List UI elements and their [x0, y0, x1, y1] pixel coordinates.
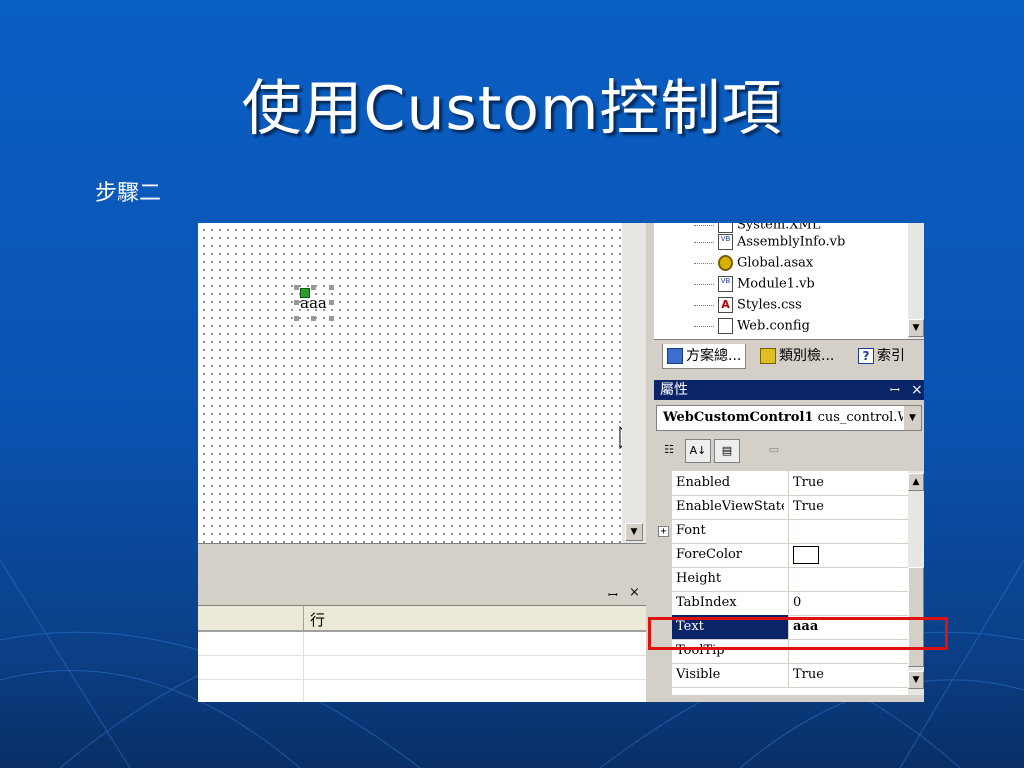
control-text: aaa [300, 294, 327, 312]
color-swatch [793, 545, 819, 564]
resize-handle[interactable] [294, 300, 299, 305]
object-type: cus_control.W [817, 410, 911, 425]
column-header-line[interactable]: 行 [310, 609, 325, 630]
reference-icon [718, 223, 733, 233]
property-grid: Enabled True EnableViewState True Font + F… [654, 471, 908, 695]
tree-item[interactable]: VB AssemblyInfo.vb [694, 234, 845, 254]
property-row-height[interactable]: Height [672, 567, 908, 592]
scroll-up-button[interactable]: ▲ [908, 473, 924, 491]
task-list-panel: ꟷ × 行 [198, 583, 646, 702]
slide-title: 使用Custom控制項 [241, 74, 783, 144]
tree-item[interactable]: VB Module1.vb [694, 276, 815, 296]
scroll-down-button[interactable]: ▼ [908, 319, 924, 337]
resize-handle[interactable] [294, 316, 299, 321]
tab-solution-explorer[interactable]: 方案總... [662, 344, 747, 369]
scroll-down-button[interactable]: ▼ [625, 523, 643, 541]
property-row-font[interactable]: Font [672, 519, 908, 544]
vb-file-icon: VB [718, 234, 733, 250]
tree-item[interactable]: A Styles.css [694, 297, 802, 317]
tab-class-view[interactable]: 類別檢... [760, 344, 834, 368]
solution-explorer-icon [667, 348, 683, 364]
help-index-icon: ? [858, 348, 874, 364]
class-view-icon [760, 348, 776, 364]
tree-scrollbar[interactable]: ▼ [908, 223, 924, 339]
properties-title-bar: 屬性 ꟷ × [654, 380, 924, 400]
grid-margin [654, 471, 672, 695]
property-row-forecolor[interactable]: ForeColor [672, 543, 908, 568]
step-label: 步驟二 [95, 181, 162, 206]
pin-icon[interactable]: ꟷ [890, 380, 900, 400]
close-icon[interactable]: × [911, 380, 923, 400]
resize-handle[interactable] [311, 285, 316, 290]
categorized-button[interactable]: ☷ [656, 439, 682, 463]
config-file-icon [718, 318, 733, 334]
column-header-blank[interactable] [198, 606, 304, 630]
close-icon[interactable]: × [629, 585, 640, 600]
web-custom-control[interactable]: aaa [294, 285, 334, 321]
panel-title-bar: ꟷ × [198, 583, 646, 606]
alphabetical-button[interactable]: A↓ [685, 439, 711, 463]
object-name: WebCustomControl1 [663, 410, 814, 425]
tab-index[interactable]: ? 索引 [858, 344, 905, 368]
solution-explorer-tree: System.XML VB AssemblyInfo.vb Global.asax… [654, 223, 909, 339]
tree-item[interactable]: Web.config [694, 318, 810, 338]
highlight-box [648, 617, 948, 650]
css-file-icon: A [718, 297, 733, 313]
chevron-down-icon[interactable]: ▼ [903, 406, 921, 430]
properties-button[interactable]: ▤ [714, 439, 740, 463]
vb-file-icon: VB [718, 276, 733, 292]
property-row-enableviewstate[interactable]: EnableViewState True [672, 495, 908, 520]
property-row-enabled[interactable]: Enabled True [672, 471, 908, 496]
properties-toolbar: ☷ A↓ ▤ ▭ [654, 435, 924, 467]
list-row[interactable] [198, 632, 646, 656]
designer-bottom-bar [198, 543, 646, 574]
property-grid-scrollbar[interactable]: ▲ ▼ [908, 471, 924, 695]
list-row[interactable] [198, 680, 646, 702]
expand-icon[interactable]: + [658, 526, 669, 537]
resize-handle[interactable] [329, 316, 334, 321]
resize-handle[interactable] [294, 285, 299, 290]
object-selector[interactable]: WebCustomControl1 cus_control.W ▼ [656, 405, 922, 431]
resize-handle[interactable] [311, 316, 316, 321]
list-header: 行 [198, 606, 646, 632]
global-asax-icon [718, 255, 733, 271]
scroll-down-button[interactable]: ▼ [908, 671, 924, 689]
pin-icon[interactable]: ꟷ [608, 586, 618, 603]
property-row-visible[interactable]: Visible True [672, 663, 908, 688]
resize-handle[interactable] [329, 300, 334, 305]
events-button[interactable]: ▭ [761, 439, 787, 463]
resize-handle[interactable] [329, 285, 334, 290]
panel-tabs: 方案總... 類別檢... ? 索引 [654, 339, 924, 372]
list-row[interactable] [198, 656, 646, 680]
designer-vertical-scrollbar[interactable]: ▼ [622, 223, 646, 543]
tree-item[interactable]: Global.asax [694, 255, 813, 275]
property-row-tabindex[interactable]: TabIndex 0 [672, 591, 908, 616]
web-form-designer[interactable]: aaa [198, 223, 637, 543]
properties-title: 屬性 [660, 382, 688, 398]
